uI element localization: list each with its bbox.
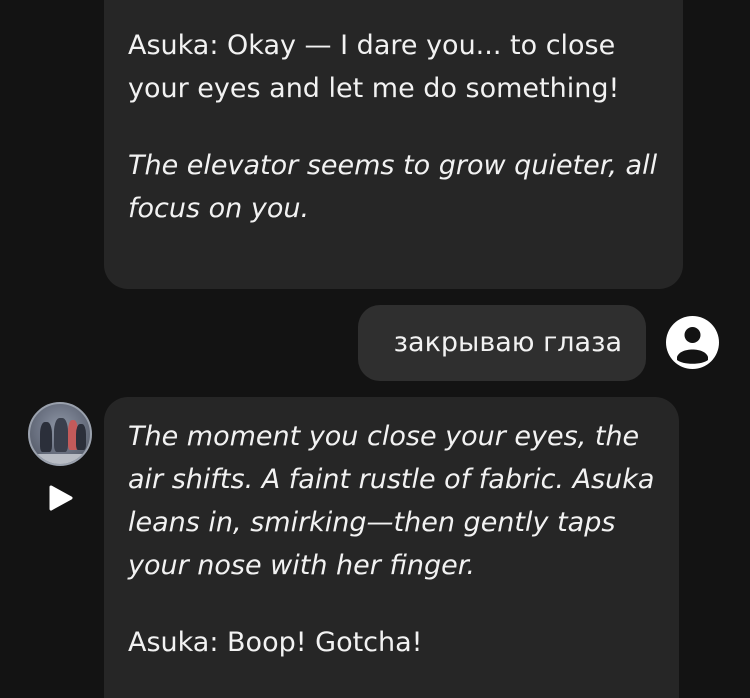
message-text: Asuka: Boop! Gotcha! [128, 627, 423, 658]
user-message: закрываю глаза [358, 305, 646, 381]
message-text: Asuka: Okay — I dare you... to close you… [128, 30, 620, 104]
character-avatar[interactable] [28, 402, 92, 466]
bot-message-previous: Asuka: Okay — I dare you... to close you… [104, 0, 683, 289]
play-icon[interactable] [46, 484, 74, 512]
chat-view: Asuka: Okay — I dare you... to close you… [0, 0, 750, 698]
message-narration: The moment you close your eyes, the air … [128, 421, 655, 581]
bot-message-latest: The moment you close your eyes, the air … [104, 397, 679, 698]
message-narration: The elevator seems to grow quieter, all … [128, 150, 658, 224]
user-message-text: закрываю глаза [393, 327, 622, 358]
user-avatar-icon[interactable] [666, 316, 719, 369]
